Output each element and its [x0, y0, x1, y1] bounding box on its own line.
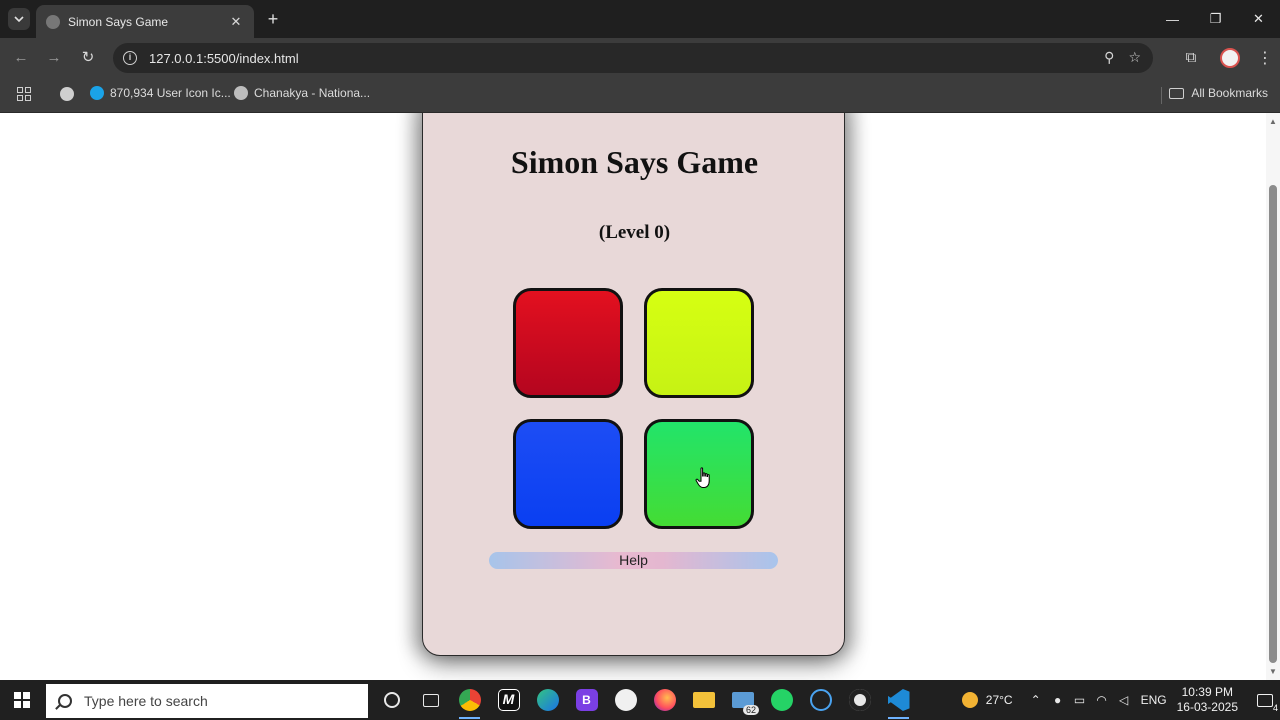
scrollbar-thumb[interactable]	[1269, 185, 1277, 663]
browser-tabstrip: Simon Says Game ✕ + — ❐ ✕	[0, 0, 1280, 38]
apps-grid-icon[interactable]	[17, 87, 31, 101]
new-tab-button[interactable]: +	[262, 8, 284, 30]
simon-button-grid	[513, 288, 755, 530]
page-viewport: Simon Says Game (Level 0) Help	[0, 113, 1280, 680]
back-button[interactable]: ←	[10, 47, 32, 69]
notion-icon[interactable]: M	[489, 680, 528, 720]
firefox-icon[interactable]	[645, 680, 684, 720]
game-container: Simon Says Game (Level 0) Help	[422, 113, 845, 656]
bookmark-item-2[interactable]: Chanakya - Nationa...	[234, 86, 370, 100]
globe-icon	[234, 86, 248, 100]
hand-cursor-icon	[695, 467, 710, 488]
address-bar[interactable]: i 127.0.0.1:5500/index.html ⚲ ☆	[113, 43, 1153, 73]
menu-icon[interactable]: ⋮	[1254, 48, 1276, 68]
tab-search-button[interactable]	[8, 8, 30, 30]
task-view-icon[interactable]	[411, 680, 450, 720]
folder-icon	[1169, 87, 1185, 99]
bookmark-label: Chanakya - Nationa...	[254, 86, 371, 100]
bookmarks-bar: 870,934 User Icon Ic... Chanakya - Natio…	[0, 78, 1280, 113]
q-icon	[90, 86, 104, 100]
search-placeholder: Type here to search	[84, 693, 208, 709]
cortana-icon[interactable]	[372, 680, 411, 720]
restore-button[interactable]: ❐	[1194, 0, 1237, 38]
vscode-icon[interactable]	[879, 680, 918, 720]
tab-title: Simon Says Game	[68, 14, 169, 29]
globe-icon	[60, 87, 74, 101]
mail-badge: 62	[742, 705, 759, 715]
search-icon	[58, 694, 72, 708]
url-text: 127.0.0.1:5500/index.html	[149, 50, 299, 66]
tab-active[interactable]: Simon Says Game ✕	[36, 5, 254, 38]
bookmarks-divider	[1161, 87, 1162, 104]
battery-icon[interactable]: ▭	[1069, 693, 1091, 707]
obs-icon[interactable]	[840, 680, 879, 720]
red-button[interactable]	[513, 288, 623, 398]
bookmark-star-icon[interactable]: ☆	[1128, 49, 1141, 66]
reload-button[interactable]: ↻	[77, 47, 99, 69]
file-explorer-icon[interactable]	[684, 680, 723, 720]
bookmark-item-1[interactable]: 870,934 User Icon Ic...	[90, 86, 231, 100]
volume-icon[interactable]: ◁	[1113, 693, 1135, 707]
notification-count: 4	[1272, 702, 1278, 713]
taskbar-search[interactable]: Type here to search	[46, 684, 368, 718]
all-bookmarks-button[interactable]: All Bookmarks	[1169, 86, 1268, 100]
close-window-button[interactable]: ✕	[1237, 0, 1280, 38]
address-bar-actions: ⚲ ☆	[1104, 49, 1141, 66]
windows-start-icon[interactable]	[14, 692, 30, 708]
windows-taskbar: Type here to search M B 62 27°C ⌃ ● ▭ ◠ …	[0, 680, 1280, 720]
scroll-up-icon[interactable]: ▲	[1269, 117, 1277, 126]
notification-center-icon[interactable]: 4	[1250, 680, 1280, 720]
edge-icon[interactable]	[528, 680, 567, 720]
taskbar-apps: M B 62	[372, 680, 918, 720]
system-tray: 27°C ⌃ ● ▭ ◠ ◁ ENG 10:39 PM 16-03-2025 4	[961, 680, 1280, 720]
help-button[interactable]: Help	[489, 552, 778, 569]
profile-avatar[interactable]	[1220, 48, 1240, 68]
language-indicator[interactable]: ENG	[1141, 693, 1167, 707]
extensions-icon[interactable]: ⧉	[1180, 47, 1202, 69]
game-title: Simon Says Game	[510, 144, 759, 180]
mail-icon[interactable]: 62	[723, 680, 762, 720]
clock[interactable]: 10:39 PM 16-03-2025	[1177, 685, 1238, 715]
weather-widget[interactable]: 27°C	[961, 692, 1013, 708]
github-icon[interactable]	[606, 680, 645, 720]
bookmark-label: 870,934 User Icon Ic...	[110, 86, 231, 100]
browser-toolbar: ← → ↻ i 127.0.0.1:5500/index.html ⚲ ☆ ⧉ …	[0, 38, 1280, 78]
scroll-down-icon[interactable]: ▼	[1269, 667, 1277, 676]
forward-button[interactable]: →	[43, 47, 65, 69]
yellow-button[interactable]	[644, 288, 754, 398]
close-tab-icon[interactable]: ✕	[228, 14, 244, 30]
toolbar-right: ⧉ ⋮	[1180, 47, 1280, 69]
minimize-button[interactable]: —	[1151, 0, 1194, 38]
microphone-icon[interactable]: ●	[1047, 693, 1069, 707]
window-controls: — ❐ ✕	[1151, 0, 1280, 38]
all-bookmarks-label: All Bookmarks	[1191, 86, 1268, 100]
whatsapp-icon[interactable]	[762, 680, 801, 720]
page-scrollbar[interactable]: ▲ ▼	[1266, 113, 1280, 680]
bookmark-globe-icon[interactable]	[60, 87, 80, 101]
chevron-up-icon[interactable]: ⌃	[1025, 693, 1047, 707]
info-icon[interactable]: i	[123, 51, 137, 65]
zoom-icon[interactable]: ⚲	[1104, 49, 1114, 66]
bootstrap-studio-icon[interactable]: B	[567, 680, 606, 720]
vscode-alt-icon[interactable]	[801, 680, 840, 720]
level-indicator: (Level 0)	[598, 222, 671, 243]
sun-icon	[961, 692, 978, 708]
clock-date: 16-03-2025	[1176, 700, 1238, 714]
clock-time: 10:39 PM	[1181, 685, 1233, 699]
chrome-icon[interactable]	[450, 680, 489, 720]
chevron-down-icon	[14, 16, 24, 23]
wifi-icon[interactable]: ◠	[1091, 693, 1113, 707]
weather-temp: 27°C	[985, 693, 1013, 707]
blue-button[interactable]	[513, 419, 623, 529]
globe-icon	[46, 14, 60, 29]
